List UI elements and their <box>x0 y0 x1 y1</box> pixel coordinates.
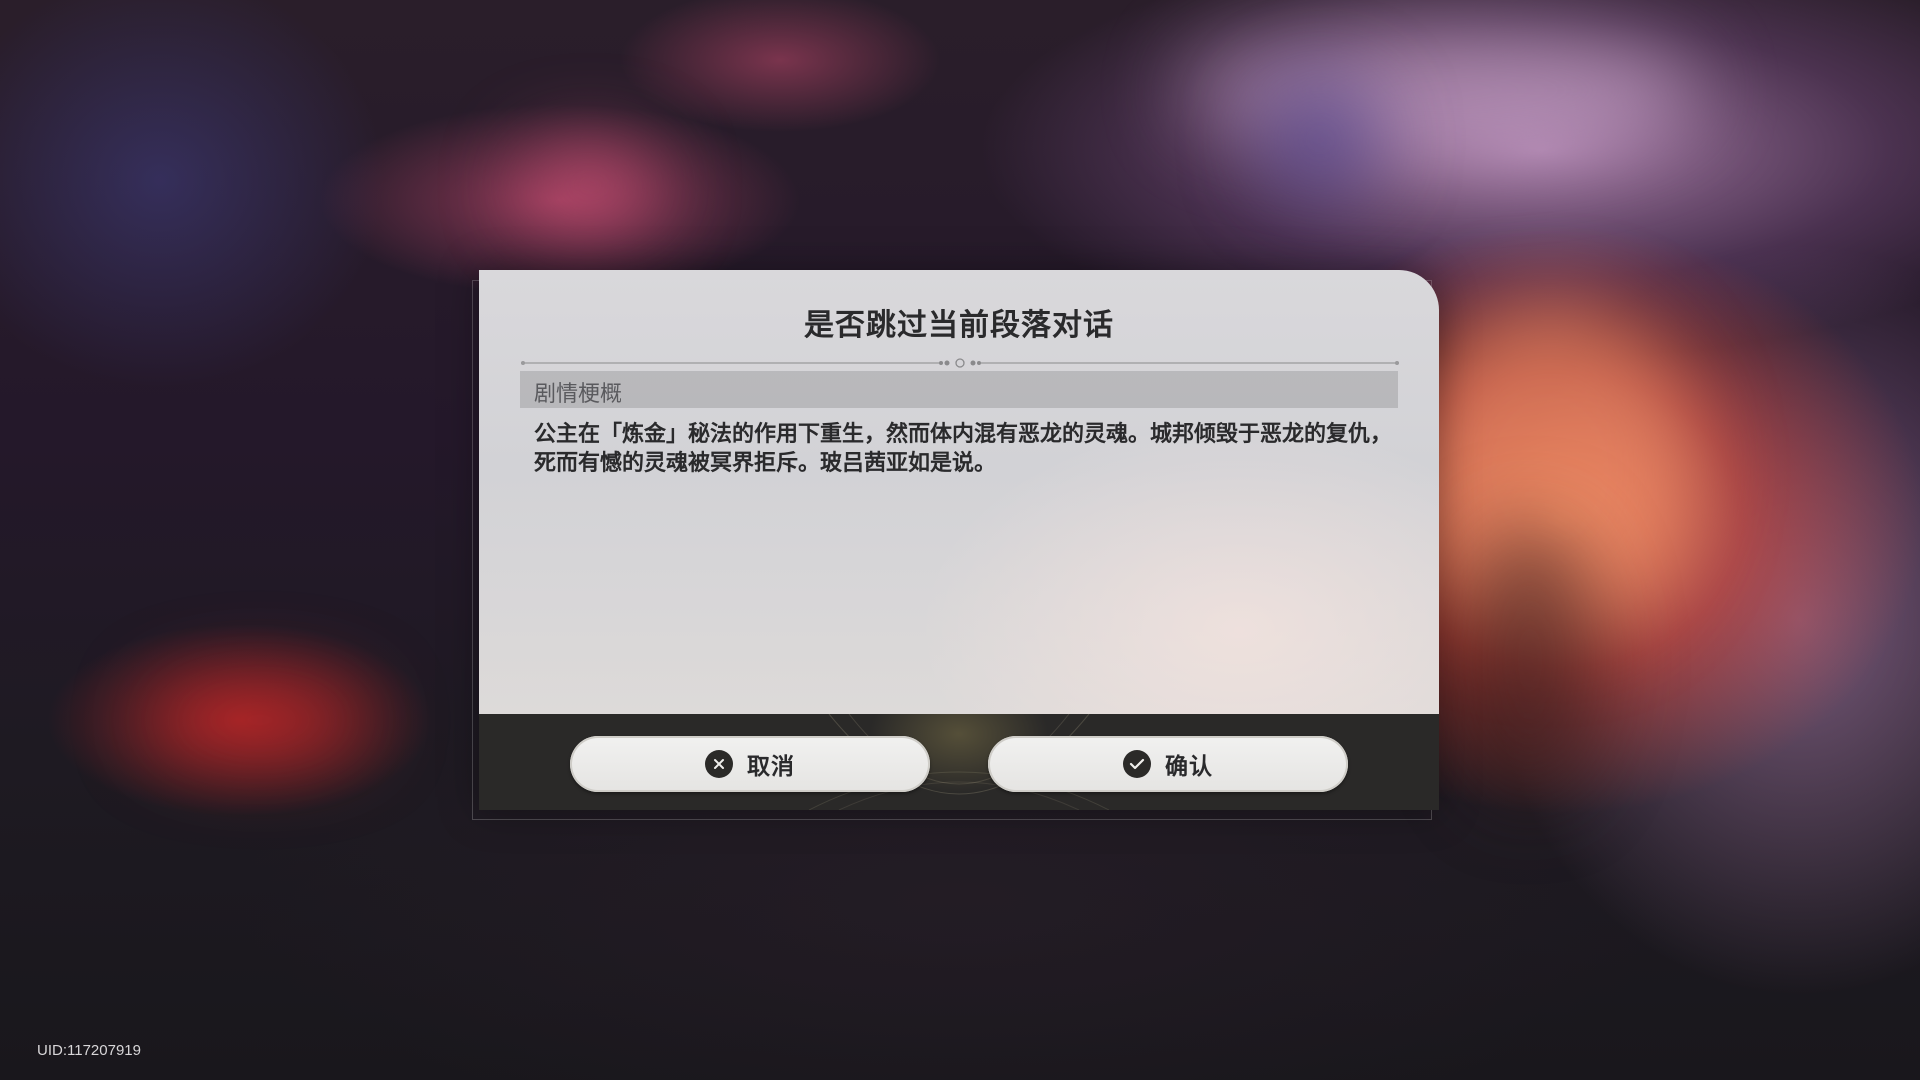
dialog-body: 是否跳过当前段落对话 剧情梗概 公主在「炼金」秘法的作用下重生，然而体内混有恶龙… <box>479 270 1439 714</box>
bg-blob <box>1260 80 1380 200</box>
uid-label: UID:117207919 <box>37 1042 141 1059</box>
bg-blob <box>520 140 660 230</box>
check-circle-icon <box>1123 750 1151 778</box>
dialog-button-bar: 取消 确认 <box>479 714 1439 810</box>
bg-blob <box>1460 520 1600 800</box>
close-circle-icon <box>705 750 733 778</box>
dialog-title: 是否跳过当前段落对话 <box>804 308 1114 343</box>
confirm-button[interactable]: 确认 <box>988 736 1348 792</box>
cancel-label: 取消 <box>747 754 795 780</box>
bg-blob <box>150 680 370 760</box>
skip-dialog: 是否跳过当前段落对话 剧情梗概 公主在「炼金」秘法的作用下重生，然而体内混有恶龙… <box>479 270 1439 810</box>
bg-blob <box>1180 20 1700 160</box>
summary-label: 剧情梗概 <box>534 382 623 407</box>
title-divider <box>521 354 1399 368</box>
confirm-label: 确认 <box>1165 754 1213 780</box>
summary-text: 公主在「炼金」秘法的作用下重生，然而体内混有恶龙的灵魂。城邦倾毁于恶龙的复仇，死… <box>534 422 1393 476</box>
cancel-button[interactable]: 取消 <box>570 736 930 792</box>
summary-header: 剧情梗概 <box>520 371 1398 408</box>
